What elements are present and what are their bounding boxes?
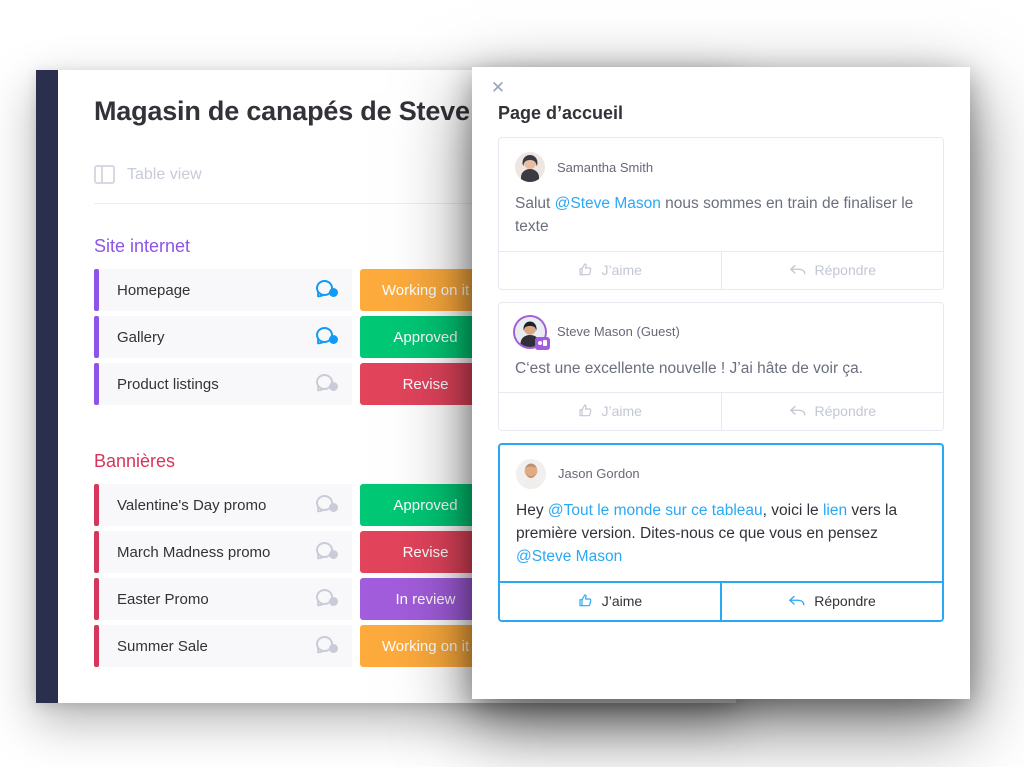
like-button[interactable]: J’aime (500, 582, 720, 620)
row-name-label: Product listings (117, 375, 219, 393)
chat-bubble-icon[interactable] (316, 280, 338, 300)
comment-actions: J’aime Répondre (499, 250, 943, 289)
comment-list: Samantha Smith Salut @Steve Mason nous so… (498, 137, 944, 634)
avatar[interactable] (516, 458, 546, 489)
comment-card[interactable]: Samantha Smith Salut @Steve Mason nous so… (498, 137, 944, 290)
chat-bubble-icon[interactable] (316, 327, 338, 347)
row-name-cell[interactable]: March Madness promo (99, 531, 352, 573)
avatar[interactable] (515, 316, 550, 350)
comment-text-segment: C‘est une excellente nouvelle ! J’ai hât… (515, 359, 864, 377)
row-name-cell[interactable]: Valentine's Day promo (99, 484, 352, 526)
reply-button[interactable]: Répondre (720, 582, 942, 620)
comment-author: Jason Gordon (558, 466, 640, 482)
reply-button[interactable]: Répondre (720, 251, 943, 289)
comment-author: Steve Mason (Guest) (557, 324, 680, 339)
row-name-cell[interactable]: Product listings (99, 363, 352, 405)
board-title: Magasin de canapés de Steve (94, 96, 470, 126)
comment-text-segment: Hey (516, 501, 548, 519)
row-name-label: Easter Promo (117, 590, 209, 608)
screenshot-root: Magasin de canapés de Steve Table view S… (0, 0, 1024, 767)
guest-badge-icon (535, 336, 550, 350)
like-button[interactable]: J’aime (499, 251, 721, 289)
reply-label: Répondre (814, 403, 877, 420)
thumbs-up-icon (578, 403, 594, 419)
reply-arrow-icon (788, 593, 806, 609)
thumbs-up-icon (578, 593, 594, 609)
comment-body: Samantha Smith Salut @Steve Mason nous so… (499, 138, 943, 251)
close-icon[interactable]: ✕ (488, 78, 508, 98)
chat-bubble-icon[interactable] (316, 589, 338, 609)
row-name-label: Valentine's Day promo (117, 496, 267, 514)
row-name-cell[interactable]: Homepage (99, 269, 352, 311)
like-label: J’aime (601, 262, 642, 278)
comment-header: Jason Gordon (516, 458, 926, 489)
comment-header: Steve Mason (Guest) (515, 316, 927, 350)
comment-text-segment: Salut (515, 195, 555, 212)
like-label: J’aime (601, 593, 643, 609)
reply-button[interactable]: Répondre (720, 392, 943, 430)
reply-arrow-icon (789, 403, 807, 419)
reply-label: Répondre (814, 593, 876, 609)
reply-arrow-icon (789, 262, 807, 278)
comment-text: Salut @Steve Mason nous sommes en train … (515, 192, 927, 239)
table-view-label: Table view (127, 165, 202, 183)
row-name-label: Homepage (117, 281, 191, 299)
mention-link[interactable]: lien (823, 502, 847, 519)
row-name-cell[interactable]: Easter Promo (99, 578, 352, 620)
like-button[interactable]: J’aime (499, 392, 721, 430)
mention-link[interactable]: @Steve Mason (516, 548, 622, 565)
comment-text: Hey @Tout le monde sur ce tableau, voici… (516, 499, 926, 569)
comment-author: Samantha Smith (557, 159, 654, 175)
avatar-image (516, 458, 546, 489)
chat-bubble-icon[interactable] (316, 636, 338, 656)
comment-body: Jason Gordon Hey @Tout le monde sur ce ta… (500, 445, 942, 581)
row-name-label: March Madness promo (117, 543, 271, 561)
row-name-label: Gallery (117, 328, 165, 346)
comment-card[interactable]: Jason Gordon Hey @Tout le monde sur ce ta… (498, 442, 944, 622)
table-view-icon (94, 165, 115, 184)
mention-link[interactable]: @Steve Mason (555, 195, 661, 212)
row-name-label: Summer Sale (117, 637, 208, 655)
panel-title: Page d’accueil (498, 103, 624, 123)
table-view-tab[interactable]: Table view (94, 165, 202, 184)
chat-bubble-icon[interactable] (316, 374, 338, 394)
row-name-cell[interactable]: Gallery (99, 316, 352, 358)
chat-bubble-icon[interactable] (316, 542, 338, 562)
row-name-cell[interactable]: Summer Sale (99, 625, 352, 667)
comment-text: C‘est une excellente nouvelle ! J’ai hât… (515, 357, 927, 380)
reply-label: Répondre (814, 262, 877, 278)
avatar-image (515, 152, 545, 182)
like-label: J’aime (601, 403, 642, 420)
comment-body: Steve Mason (Guest) C‘est une excellente … (499, 303, 943, 392)
thumbs-up-icon (578, 262, 594, 278)
updates-panel: ✕ Page d’accueil Samantha Smith Salut @St… (472, 67, 970, 699)
comment-text-segment: , voici le (762, 501, 823, 519)
comment-actions: J’aime Répondre (500, 580, 942, 620)
chat-bubble-icon[interactable] (316, 495, 338, 515)
comment-header: Samantha Smith (515, 152, 927, 182)
avatar[interactable] (515, 152, 545, 182)
comment-card[interactable]: Steve Mason (Guest) C‘est une excellente … (498, 301, 944, 431)
mention-link[interactable]: @Tout le monde sur ce tableau (548, 502, 763, 519)
comment-actions: J’aime Répondre (499, 391, 943, 430)
